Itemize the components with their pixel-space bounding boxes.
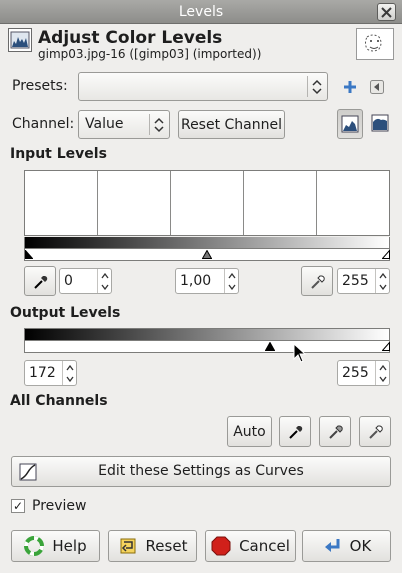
histogram bbox=[24, 170, 390, 236]
output-low-value: 172 bbox=[29, 365, 56, 381]
spin-arrows[interactable] bbox=[62, 361, 76, 385]
help-button[interactable]: Help bbox=[11, 530, 100, 562]
log-histogram-icon bbox=[371, 114, 389, 132]
mouse-cursor-icon bbox=[293, 343, 307, 363]
spin-down-icon bbox=[66, 376, 74, 382]
reset-icon bbox=[120, 538, 136, 554]
auto-button[interactable]: Auto bbox=[227, 416, 272, 447]
linear-histogram-icon bbox=[341, 115, 359, 133]
input-levels-heading: Input Levels bbox=[10, 146, 107, 162]
channel-value: Value bbox=[85, 116, 124, 132]
output-low-handle[interactable] bbox=[265, 342, 275, 351]
ok-label: OK bbox=[349, 537, 372, 555]
channel-combo[interactable]: Value bbox=[78, 110, 170, 139]
presets-combo[interactable] bbox=[78, 72, 328, 101]
histogram-grid-line bbox=[170, 171, 171, 235]
eyedropper-black-icon bbox=[34, 276, 48, 289]
input-gamma-value: 1,00 bbox=[180, 273, 212, 289]
eyedropper-gray-icon bbox=[329, 425, 343, 439]
input-slider-track[interactable] bbox=[24, 249, 390, 261]
close-icon bbox=[381, 7, 392, 18]
pick-black-all-button[interactable] bbox=[279, 416, 311, 447]
help-lifebuoy-icon bbox=[24, 536, 45, 556]
spin-up-icon bbox=[66, 365, 74, 371]
input-high-spin[interactable]: 255 bbox=[337, 268, 390, 294]
spin-up-icon bbox=[379, 273, 387, 279]
input-high-value: 255 bbox=[342, 273, 369, 289]
cancel-label: Cancel bbox=[239, 537, 290, 555]
reset-channel-button[interactable]: Reset Channel bbox=[178, 110, 285, 139]
all-channels-heading: All Channels bbox=[10, 393, 108, 409]
add-preset-button[interactable] bbox=[340, 77, 360, 97]
output-slider-track[interactable] bbox=[24, 341, 390, 353]
stop-icon bbox=[211, 536, 231, 556]
spin-down-icon bbox=[228, 284, 236, 290]
histogram-grid-line bbox=[243, 171, 244, 235]
spin-down-icon bbox=[379, 376, 387, 382]
eyedropper-white-icon bbox=[311, 275, 325, 289]
output-gradient-bar bbox=[24, 328, 390, 341]
window-close-button[interactable] bbox=[377, 3, 396, 21]
spin-up-icon bbox=[228, 273, 236, 279]
preview-checkbox[interactable]: ✓ bbox=[11, 499, 25, 513]
presets-label: Presets: bbox=[12, 78, 68, 94]
image-thumbnail bbox=[356, 28, 394, 60]
help-label: Help bbox=[52, 537, 87, 555]
pick-white-all-button[interactable] bbox=[359, 416, 391, 447]
spin-arrows[interactable] bbox=[375, 361, 389, 385]
chevron-updown-icon bbox=[312, 79, 322, 95]
auto-label: Auto bbox=[233, 423, 266, 440]
reset-label: Reset bbox=[145, 537, 188, 555]
pick-gray-all-button[interactable] bbox=[319, 416, 351, 447]
spin-down-icon bbox=[101, 284, 109, 290]
linear-histogram-toggle[interactable] bbox=[337, 109, 363, 139]
channel-combo-arrow bbox=[149, 114, 167, 135]
plus-icon bbox=[344, 81, 356, 93]
histogram-grid-line bbox=[316, 171, 317, 235]
output-levels-heading: Output Levels bbox=[10, 305, 121, 321]
title-bar: Levels bbox=[0, 0, 402, 24]
levels-tool-icon bbox=[8, 28, 32, 52]
eyedropper-black-icon bbox=[289, 426, 303, 439]
edit-as-curves-button[interactable]: Edit these Settings as Curves bbox=[11, 456, 391, 487]
check-icon: ✓ bbox=[12, 499, 24, 513]
cancel-button[interactable]: Cancel bbox=[205, 530, 296, 562]
ok-button[interactable]: OK bbox=[302, 530, 391, 562]
spin-arrows[interactable] bbox=[224, 269, 238, 293]
input-gamma-handle[interactable] bbox=[202, 250, 212, 259]
output-high-spin[interactable]: 255 bbox=[337, 360, 390, 386]
dialog-title: Adjust Color Levels bbox=[38, 28, 223, 48]
spin-up-icon bbox=[101, 273, 109, 279]
spin-arrows[interactable] bbox=[375, 269, 389, 293]
input-low-handle[interactable] bbox=[25, 250, 33, 259]
pick-black-point-button[interactable] bbox=[24, 266, 56, 296]
channel-label: Channel: bbox=[12, 116, 75, 132]
pick-white-point-button[interactable] bbox=[301, 266, 333, 296]
edit-as-curves-label: Edit these Settings as Curves bbox=[98, 463, 304, 479]
menu-arrow-icon bbox=[370, 80, 384, 94]
input-low-spin[interactable]: 0 bbox=[59, 268, 112, 294]
input-low-value: 0 bbox=[64, 273, 73, 289]
window-title: Levels bbox=[178, 4, 224, 20]
output-low-spin[interactable]: 172 bbox=[24, 360, 77, 386]
histogram-grid-line bbox=[97, 171, 98, 235]
enter-arrow-icon bbox=[324, 539, 340, 552]
input-gamma-spin[interactable]: 1,00 bbox=[175, 268, 239, 294]
reset-button[interactable]: Reset bbox=[108, 530, 197, 562]
reset-channel-label: Reset Channel bbox=[180, 116, 283, 133]
preview-label: Preview bbox=[32, 498, 87, 514]
spin-down-icon bbox=[379, 284, 387, 290]
dialog-subtitle: gimp03.jpg-16 ([gimp03] (imported)) bbox=[38, 47, 262, 61]
preset-menu-button[interactable] bbox=[369, 79, 385, 95]
spin-up-icon bbox=[379, 365, 387, 371]
chevron-updown-icon bbox=[154, 117, 164, 133]
spin-arrows[interactable] bbox=[97, 269, 111, 293]
eyedropper-white-icon bbox=[369, 425, 383, 439]
input-gradient-bar bbox=[24, 237, 390, 249]
output-high-handle[interactable] bbox=[382, 342, 390, 351]
log-histogram-toggle[interactable] bbox=[367, 109, 393, 139]
output-high-value: 255 bbox=[342, 365, 369, 381]
presets-combo-arrow bbox=[307, 76, 325, 97]
input-high-handle[interactable] bbox=[382, 250, 390, 259]
